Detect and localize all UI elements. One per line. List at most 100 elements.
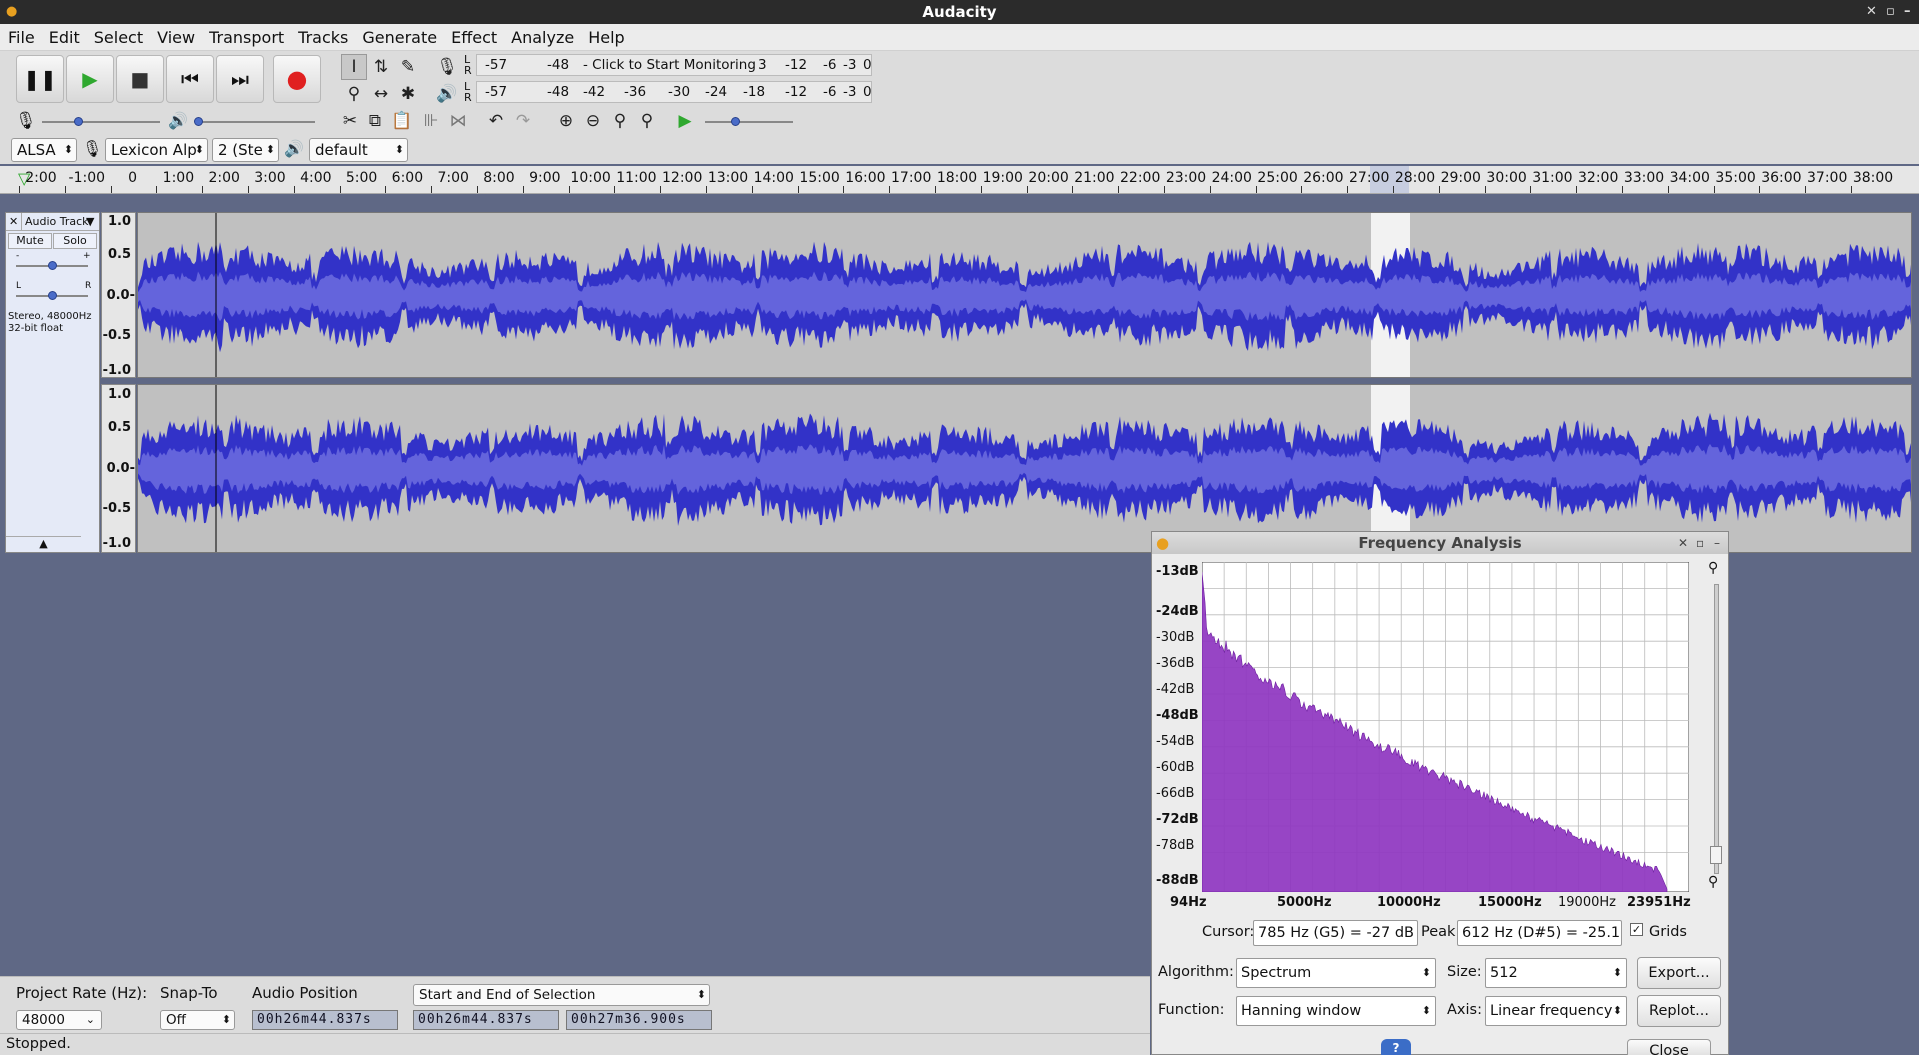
axis-select[interactable]: Linear frequency ⬍ <box>1485 996 1627 1026</box>
double-arrow-icon: ↔ <box>373 84 389 104</box>
function-select[interactable]: Hanning window ⬍ <box>1236 996 1436 1026</box>
play-meter-button[interactable]: 🔊 <box>434 81 460 107</box>
vertical-ruler-left: 1.0 0.5 0.0- -0.5 -1.0 <box>101 212 136 378</box>
skip-end-button[interactable]: ⏭ <box>216 55 264 103</box>
fit-selection-button[interactable]: ⚲ <box>607 108 633 134</box>
audio-host-select[interactable]: ALSA ⬍ <box>11 138 77 162</box>
undo-button[interactable]: ↶ <box>483 108 509 134</box>
menu-analyze[interactable]: Analyze <box>503 24 580 47</box>
zoom-in-button[interactable]: ⊕ <box>553 108 579 134</box>
zoom-tool[interactable]: ⚲ <box>341 81 367 107</box>
selection-end-field[interactable]: 00h27m36.900s <box>566 1010 712 1030</box>
ruler-tick-mark <box>156 186 158 193</box>
input-device-select[interactable]: Lexicon Alp ⬍ <box>105 138 208 162</box>
dialog-minimize-icon[interactable]: – <box>1714 532 1720 554</box>
zoom-out-icon[interactable]: ⚲ <box>1708 874 1718 890</box>
ruler-tick-mark <box>1530 186 1532 193</box>
zoom-out-button[interactable]: ⊖ <box>580 108 606 134</box>
fit-project-button[interactable]: ⚲ <box>634 108 660 134</box>
ruler-tick-mark <box>1622 186 1623 193</box>
help-button[interactable]: ? <box>1381 1039 1411 1055</box>
close-button[interactable]: Close <box>1627 1039 1711 1055</box>
stop-button[interactable]: ■ <box>116 55 164 103</box>
plot-zoom-slider[interactable] <box>1714 584 1719 874</box>
selection-mode-select[interactable]: Start and End of Selection ⬍ <box>413 984 710 1006</box>
peak-value-field[interactable]: 612 Hz (D#5) = -25.1 d <box>1457 920 1622 946</box>
dialog-close-icon[interactable]: ✕ <box>1678 532 1688 554</box>
multi-tool[interactable]: ✱ <box>395 81 421 107</box>
timeline-ruler[interactable]: ▽ 2:00 -1:00 0 1:00 2:00 3:00 4:00 5:00 6:00 7:00… <box>0 166 1919 194</box>
play-speed-knob[interactable] <box>731 117 740 126</box>
envelope-tool[interactable]: ⇅ <box>368 54 394 80</box>
input-volume-knob[interactable] <box>74 117 83 126</box>
collapse-track-button[interactable]: ▲ <box>6 536 81 552</box>
menu-file[interactable]: File <box>0 24 41 47</box>
replot-button[interactable]: Replot... <box>1637 995 1721 1027</box>
plot-zoom-thumb[interactable] <box>1710 846 1722 864</box>
ruler-tick-mark <box>1072 186 1074 193</box>
monitoring-prompt[interactable]: - Click to Start Monitoring <box>583 55 756 75</box>
ruler-tick-label: 23:00 <box>1165 170 1207 186</box>
cut-button[interactable]: ✂ <box>337 108 363 134</box>
ruler-tick-mark <box>1805 186 1807 193</box>
menu-tracks[interactable]: Tracks <box>290 24 354 47</box>
track-pan-knob[interactable] <box>48 291 57 300</box>
spectrum-plot[interactable] <box>1202 562 1689 892</box>
grids-checkbox[interactable]: ✓ <box>1630 923 1643 936</box>
ruler-tick-label: 38:00 <box>1852 170 1894 186</box>
export-button[interactable]: Export... <box>1637 957 1721 989</box>
play-speed-slider[interactable] <box>705 121 793 123</box>
zoom-in-icon[interactable]: ⚲ <box>1708 560 1718 576</box>
solo-button[interactable]: Solo <box>53 233 97 249</box>
selection-start-field[interactable]: 00h26m44.837s <box>413 1010 559 1030</box>
dialog-maximize-icon[interactable]: ▫ <box>1696 532 1704 554</box>
trim-button[interactable]: ⊪ <box>418 108 444 134</box>
record-icon: ● <box>286 65 308 93</box>
audio-position-field[interactable]: 00h26m44.837s <box>252 1010 398 1030</box>
waveform-right-channel[interactable] <box>137 384 1912 553</box>
play-meter[interactable]: -57 -48 -42 -36 -30 -24 -18 -12 -6 -3 0 <box>476 81 872 103</box>
draw-tool[interactable]: ✎ <box>395 54 421 80</box>
pause-button[interactable]: ❚❚ <box>16 55 64 103</box>
track-close-icon[interactable]: ✕ <box>9 213 18 230</box>
size-select[interactable]: 512 ⬍ <box>1485 958 1627 988</box>
minimize-icon[interactable]: – <box>1904 0 1911 24</box>
redo-button[interactable]: ↷ <box>510 108 536 134</box>
track-gain-knob[interactable] <box>48 261 57 270</box>
channels-select[interactable]: 2 (Ste ⬍ <box>212 138 279 162</box>
menu-effect[interactable]: Effect <box>443 24 503 47</box>
output-volume-slider[interactable] <box>195 121 315 123</box>
maximize-icon[interactable]: ▫ <box>1886 0 1895 24</box>
cursor-value-field[interactable]: 785 Hz (G5) = -27 dB <box>1253 920 1418 946</box>
algorithm-select[interactable]: Spectrum ⬍ <box>1236 958 1436 988</box>
output-device-select[interactable]: default ⬍ <box>309 138 408 162</box>
input-volume-slider[interactable] <box>42 121 160 123</box>
menu-edit[interactable]: Edit <box>41 24 86 47</box>
close-icon[interactable]: ✕ <box>1866 0 1877 24</box>
track-name-menu[interactable]: Audio Track <box>21 213 89 230</box>
snap-to-select[interactable]: Off ⬍ <box>160 1010 235 1030</box>
output-volume-knob[interactable] <box>194 117 203 126</box>
track-menu-arrow-icon[interactable]: ▼ <box>86 213 94 230</box>
waveform-left-channel[interactable] <box>137 212 1912 378</box>
project-rate-select[interactable]: 48000 ⌄ <box>16 1010 102 1030</box>
menu-generate[interactable]: Generate <box>354 24 443 47</box>
menu-select[interactable]: Select <box>86 24 149 47</box>
timeshift-tool[interactable]: ↔ <box>368 81 394 107</box>
skip-start-button[interactable]: ⏮ <box>166 55 214 103</box>
record-meter[interactable]: -57 -48 - Click to Start Monitoring 3 -1… <box>476 54 872 76</box>
menu-view[interactable]: View <box>149 24 201 47</box>
record-meter-button[interactable]: 🎙 <box>434 54 460 80</box>
paste-button[interactable]: 📋 <box>389 108 415 134</box>
play-button[interactable]: ▶ <box>66 55 114 103</box>
record-button[interactable]: ● <box>273 55 321 103</box>
selection-tool[interactable]: I <box>341 54 367 80</box>
menu-help[interactable]: Help <box>580 24 630 47</box>
ruler-tick-mark <box>339 186 341 193</box>
play-at-speed-button[interactable]: ▶ <box>672 108 698 134</box>
mute-button[interactable]: Mute <box>8 233 52 249</box>
menu-transport[interactable]: Transport <box>201 24 290 47</box>
copy-button[interactable]: ⧉ <box>362 108 388 134</box>
silence-button[interactable]: ⋈ <box>445 108 471 134</box>
db-label: -48dB <box>1156 708 1199 723</box>
